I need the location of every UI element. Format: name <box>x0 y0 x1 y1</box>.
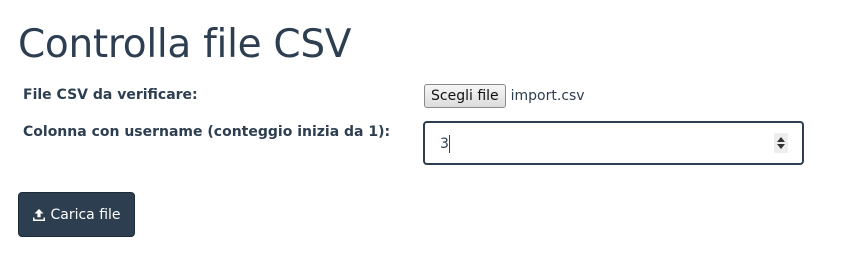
spin-down-arrow-icon[interactable] <box>777 144 785 149</box>
file-picker[interactable]: Scegli file import.csv <box>424 84 585 108</box>
file-csv-label: File CSV da verificare: <box>23 87 198 103</box>
page: Controlla file CSV File CSV da verificar… <box>0 0 846 270</box>
number-spinner[interactable] <box>774 133 788 153</box>
upload-icon <box>32 208 46 222</box>
spin-up-arrow-icon[interactable] <box>777 137 785 142</box>
selected-file-name: import.csv <box>510 88 585 104</box>
page-title: Controlla file CSV <box>18 22 352 67</box>
upload-file-button[interactable]: Carica file <box>18 192 135 237</box>
upload-file-label: Carica file <box>50 206 121 223</box>
username-column-label: Colonna con username (conteggio inizia d… <box>23 124 391 140</box>
choose-file-button[interactable]: Scegli file <box>424 84 506 108</box>
text-caret <box>449 135 450 153</box>
username-column-input[interactable]: 3 <box>423 121 804 165</box>
username-column-value: 3 <box>440 136 449 152</box>
